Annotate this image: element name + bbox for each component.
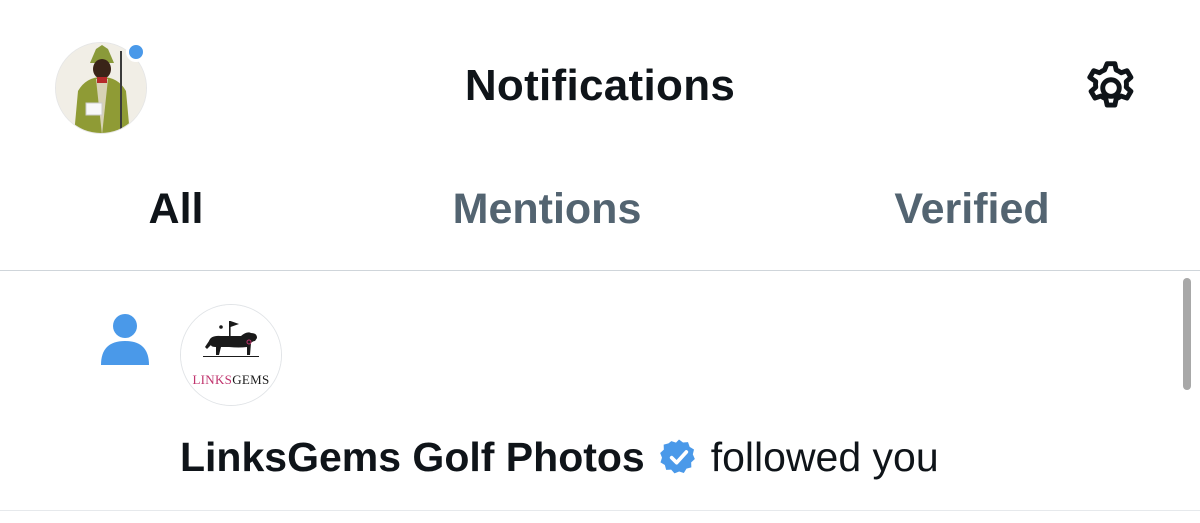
tab-verified[interactable]: Verified (888, 184, 1056, 254)
account-name-link[interactable]: LinksGems Golf Photos (180, 431, 645, 483)
person-icon (99, 311, 151, 367)
page-title: Notifications (464, 61, 736, 110)
notification-tabs: All Mentions Verified (0, 170, 1200, 271)
top-bar: Notifications (0, 0, 1200, 170)
account-avatar[interactable]: LINKSGEMS (180, 304, 282, 406)
notification-action-text: followed you (710, 434, 939, 480)
gear-icon (1087, 61, 1134, 108)
logo-wordmark: LINKSGEMS (192, 372, 269, 387)
verified-badge-icon (659, 437, 699, 477)
tab-all[interactable]: All (136, 184, 216, 254)
notification-text: LinksGems Golf Photos followed you (180, 431, 939, 483)
tab-label: Mentions (452, 185, 642, 233)
tab-mentions[interactable]: Mentions (446, 184, 648, 254)
tab-label: All (148, 185, 204, 233)
settings-button[interactable] (1080, 57, 1142, 119)
linksgems-logo: LINKSGEMS (181, 305, 281, 405)
tab-label: Verified (894, 185, 1050, 233)
notification-item[interactable]: LINKSGEMS LinksGems Golf Photos followed… (0, 271, 1200, 511)
scrollbar-thumb[interactable] (1183, 278, 1191, 390)
